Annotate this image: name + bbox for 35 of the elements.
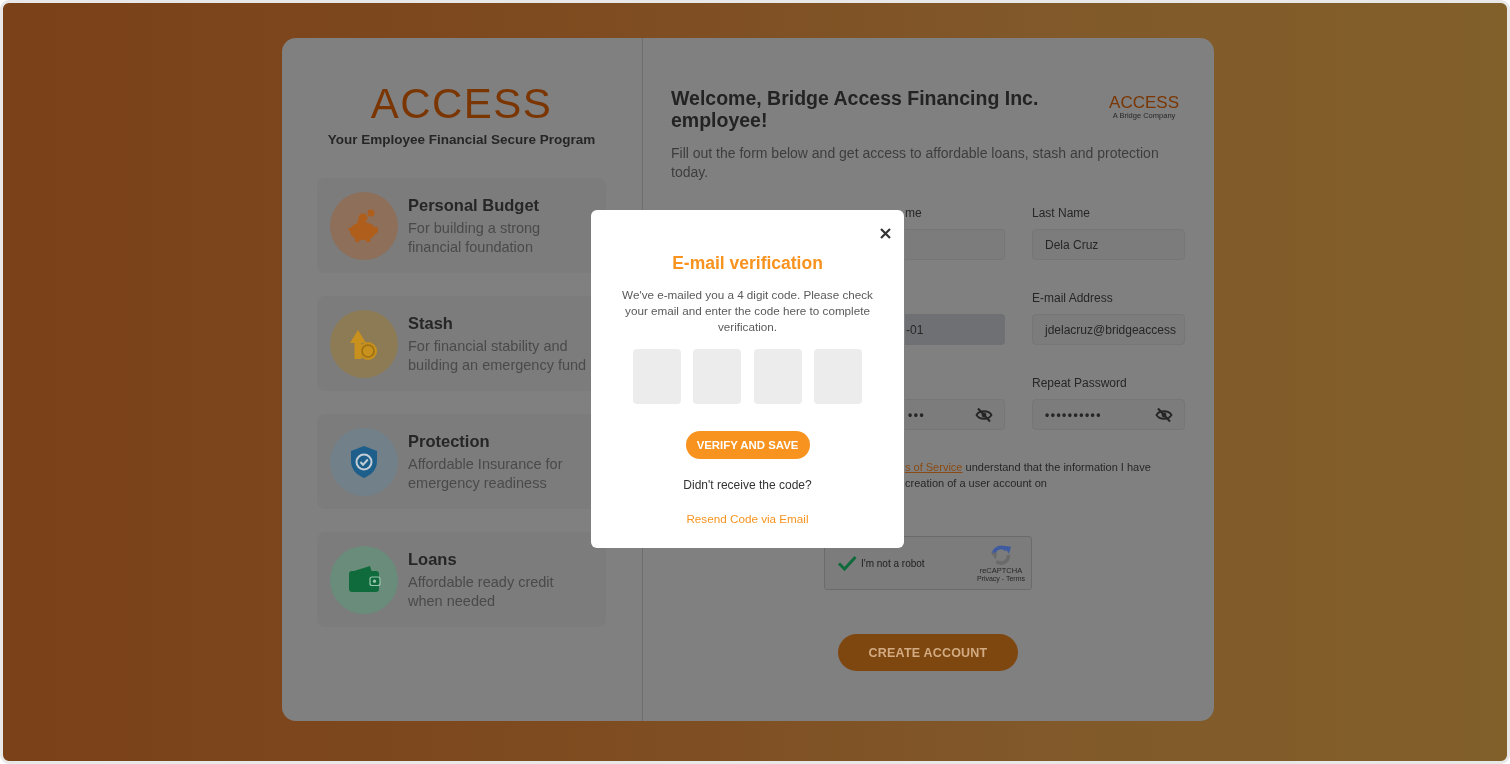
eye-slash-icon[interactable] <box>1155 406 1173 423</box>
create-account-button[interactable]: CREATE ACCOUNT <box>838 634 1018 671</box>
text-field[interactable] <box>905 229 1005 260</box>
verify-button[interactable]: VERIFY AND SAVE <box>685 431 810 459</box>
logo-wordmark: ACCESS <box>1109 94 1179 111</box>
check-icon[interactable] <box>837 555 857 571</box>
field-label: me <box>905 205 922 221</box>
arrow-coin-icon <box>330 309 398 378</box>
field-label: Last Name <box>1032 205 1091 221</box>
recaptcha-label: I'm not a robot <box>861 557 925 569</box>
shield-check-icon <box>330 427 398 496</box>
wallet-icon <box>330 545 398 614</box>
piggy-bank-icon <box>330 191 398 260</box>
dialog-title: E-mail verification <box>672 253 823 273</box>
dialog-message: We've e-mailed you a 4 digit code. Please check your email and enter the code here to complete verification. <box>621 287 874 335</box>
welcome-heading: Welcome, Bridge Access Financing Inc. employee! <box>671 87 1040 131</box>
password-field[interactable]: ••• <box>905 399 1005 430</box>
text-field[interactable]: Dela Cruz <box>1032 229 1185 260</box>
logo-wordmark: ACCESS <box>370 83 553 125</box>
field-label: E-mail Address <box>1032 290 1113 306</box>
feature-title: Protection <box>408 430 490 451</box>
circular-arrows-icon <box>988 543 1013 566</box>
resend-prompt: Didn't receive the code? <box>683 477 812 493</box>
tagline: Your Employee Financial Secure Program <box>327 132 596 148</box>
close-icon[interactable] <box>880 228 891 239</box>
password-field[interactable]: •••••••••• <box>1032 399 1185 430</box>
text-field[interactable]: jdelacruz@bridgeaccess <box>1032 314 1185 345</box>
terms-text: s of Service understand that the information I have creation of a user account on <box>905 460 1151 491</box>
resend-link[interactable]: Resend Code via Email <box>686 511 809 527</box>
intro-text: Fill out the form below and get access to affordable loans, stash and protection today. <box>671 144 1160 182</box>
feature-title: Personal Budget <box>408 194 540 215</box>
feature-title: Stash <box>408 312 453 333</box>
feature-title: Loans <box>408 548 457 569</box>
field-label: Repeat Password <box>1032 375 1127 391</box>
eye-slash-icon[interactable] <box>975 406 993 423</box>
